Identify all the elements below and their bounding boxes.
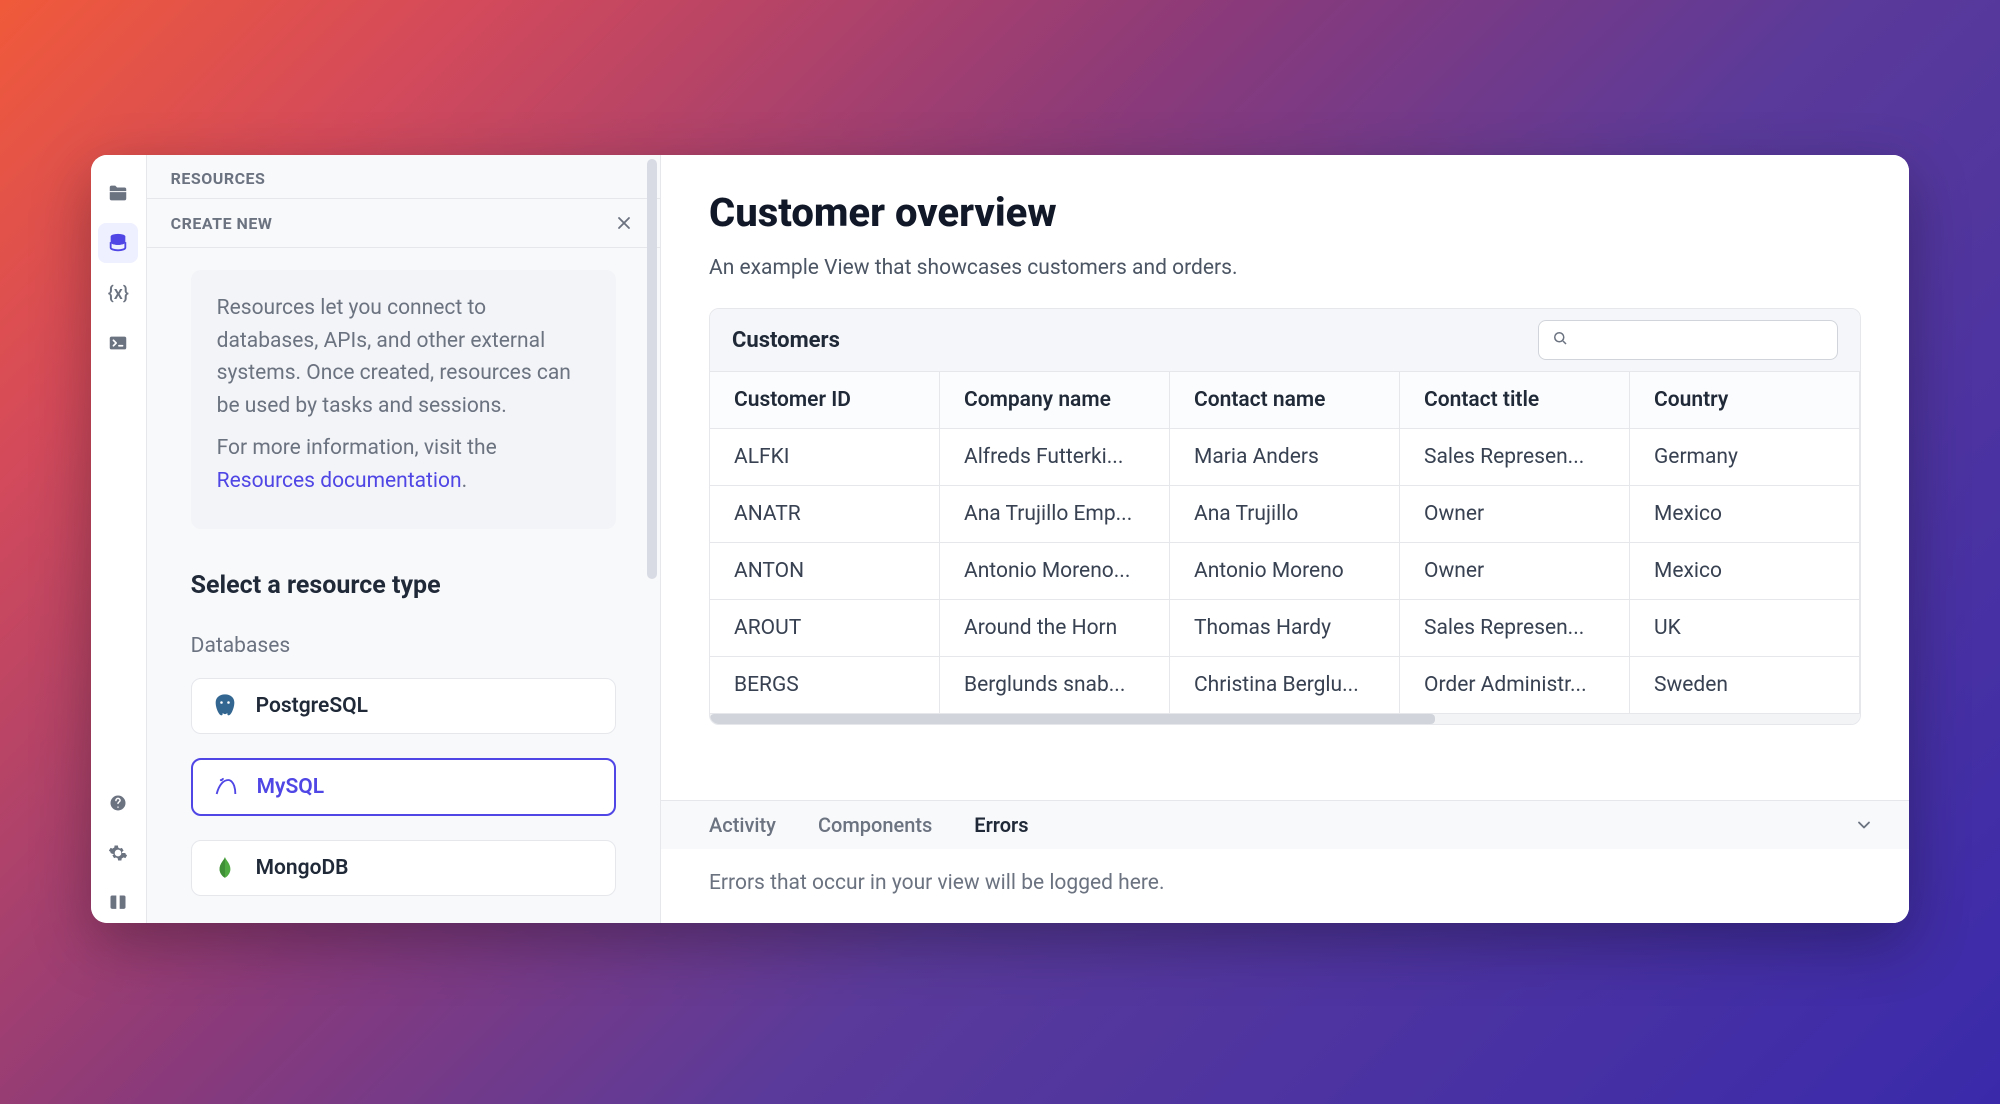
- table-cell[interactable]: Around the Horn: [940, 600, 1170, 657]
- table-cell[interactable]: Ana Trujillo Emp...: [940, 486, 1170, 543]
- column-header[interactable]: Country: [1630, 372, 1860, 429]
- scrollbar-thumb[interactable]: [710, 714, 1435, 724]
- resource-option-mysql[interactable]: MySQL: [191, 758, 616, 816]
- table-cell[interactable]: Maria Anders: [1170, 429, 1400, 486]
- resource-option-postgresql[interactable]: PostgreSQL: [191, 678, 616, 734]
- help-icon[interactable]: [98, 783, 138, 823]
- page-title: Customer overview: [709, 189, 1861, 236]
- resource-option-label: MySQL: [257, 775, 324, 799]
- bottom-panel: Activity Components Errors Errors that o…: [661, 800, 1909, 923]
- resources-docs-link[interactable]: Resources documentation: [217, 469, 462, 493]
- resource-option-label: MongoDB: [256, 856, 349, 880]
- postgresql-icon: [210, 691, 240, 721]
- settings-icon[interactable]: [98, 833, 138, 873]
- table-cell[interactable]: Sales Represen...: [1400, 600, 1630, 657]
- column-header[interactable]: Customer ID: [710, 372, 940, 429]
- bottom-tabs: Activity Components Errors: [661, 801, 1909, 849]
- table-cell[interactable]: Order Administr...: [1400, 657, 1630, 714]
- variable-icon[interactable]: {x}: [98, 273, 138, 313]
- table-cell[interactable]: Owner: [1400, 543, 1630, 600]
- table-cell[interactable]: Thomas Hardy: [1170, 600, 1400, 657]
- table-cell[interactable]: Alfreds Futterki...: [940, 429, 1170, 486]
- app-window: {x} RESOURCES CREATE NEW Resources let y…: [91, 155, 1909, 923]
- folder-icon[interactable]: [98, 173, 138, 213]
- table-title: Customers: [732, 328, 840, 353]
- mysql-icon: [211, 772, 241, 802]
- horizontal-scrollbar[interactable]: [710, 714, 1860, 724]
- table-cell[interactable]: UK: [1630, 600, 1860, 657]
- table-grid-wrap: Customer IDCompany nameContact nameConta…: [710, 372, 1860, 724]
- table-cell[interactable]: Owner: [1400, 486, 1630, 543]
- chevron-down-icon[interactable]: [1851, 812, 1877, 838]
- table-cell[interactable]: Sweden: [1630, 657, 1860, 714]
- table-cell[interactable]: Ana Trujillo: [1170, 486, 1400, 543]
- errors-empty-message: Errors that occur in your view will be l…: [661, 849, 1909, 923]
- column-header[interactable]: Company name: [940, 372, 1170, 429]
- main-area: Customer overview An example View that s…: [661, 155, 1909, 923]
- sidebar-panel: RESOURCES CREATE NEW Resources let you c…: [147, 155, 661, 923]
- sidebar-subheader-label: CREATE NEW: [171, 214, 273, 233]
- tab-errors[interactable]: Errors: [974, 813, 1028, 837]
- table-grid: Customer IDCompany nameContact nameConta…: [710, 372, 1860, 714]
- table-cell[interactable]: Berglunds snab...: [940, 657, 1170, 714]
- table-cell[interactable]: Germany: [1630, 429, 1860, 486]
- table-search[interactable]: [1538, 320, 1838, 360]
- column-header[interactable]: Contact name: [1170, 372, 1400, 429]
- table-cell[interactable]: Christina Berglu...: [1170, 657, 1400, 714]
- info-box: Resources let you connect to databases, …: [191, 270, 616, 529]
- table-cell[interactable]: Antonio Moreno...: [940, 543, 1170, 600]
- info-text-1: Resources let you connect to databases, …: [217, 292, 590, 422]
- nav-rail: {x}: [91, 155, 147, 923]
- database-icon[interactable]: [98, 223, 138, 263]
- table-header-bar: Customers: [710, 309, 1860, 372]
- sidebar-header: RESOURCES: [147, 155, 660, 199]
- sidebar-body: Resources let you connect to databases, …: [147, 248, 660, 923]
- page-description: An example View that showcases customers…: [709, 256, 1861, 280]
- close-icon[interactable]: [612, 211, 636, 235]
- category-label: Databases: [191, 634, 616, 658]
- search-icon: [1551, 329, 1569, 351]
- tab-activity[interactable]: Activity: [709, 813, 776, 837]
- info-text-2: For more information, visit the Resource…: [217, 432, 590, 497]
- resource-option-label: PostgreSQL: [256, 694, 368, 718]
- customers-table: Customers Customer IDCompany nameContact…: [709, 308, 1861, 725]
- table-cell[interactable]: ANTON: [710, 543, 940, 600]
- table-cell[interactable]: AROUT: [710, 600, 940, 657]
- search-input[interactable]: [1577, 330, 1825, 351]
- table-cell[interactable]: BERGS: [710, 657, 940, 714]
- terminal-icon[interactable]: [98, 323, 138, 363]
- table-cell[interactable]: Antonio Moreno: [1170, 543, 1400, 600]
- mongodb-icon: [210, 853, 240, 883]
- table-cell[interactable]: ANATR: [710, 486, 940, 543]
- book-icon[interactable]: [98, 883, 138, 923]
- sidebar-scrollbar[interactable]: [647, 159, 657, 579]
- sidebar-subheader: CREATE NEW: [147, 199, 660, 248]
- resource-option-mongodb[interactable]: MongoDB: [191, 840, 616, 896]
- table-cell[interactable]: Mexico: [1630, 543, 1860, 600]
- tab-components[interactable]: Components: [818, 813, 932, 837]
- table-cell[interactable]: Sales Represen...: [1400, 429, 1630, 486]
- table-cell[interactable]: ALFKI: [710, 429, 940, 486]
- main-content: Customer overview An example View that s…: [661, 155, 1909, 800]
- table-cell[interactable]: Mexico: [1630, 486, 1860, 543]
- column-header[interactable]: Contact title: [1400, 372, 1630, 429]
- select-resource-title: Select a resource type: [191, 571, 616, 600]
